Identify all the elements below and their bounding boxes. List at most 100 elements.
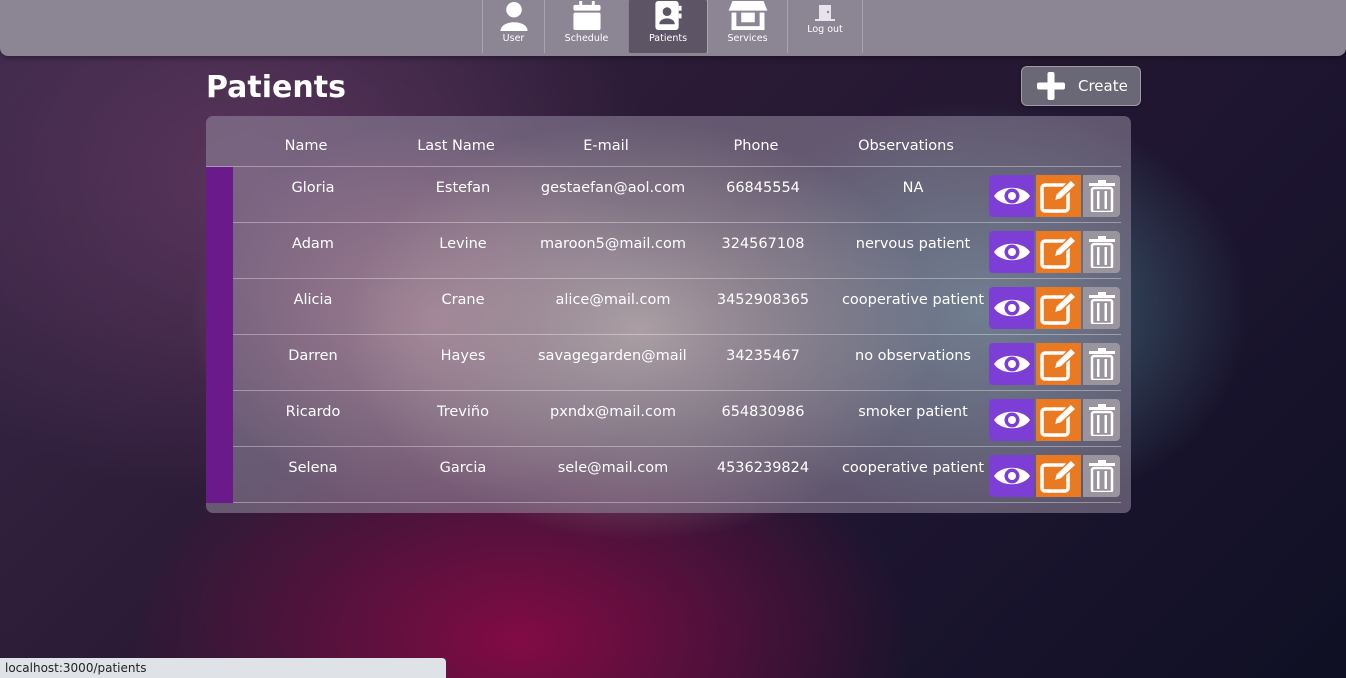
cell-last-name: Hayes [440,348,486,364]
trash-icon [1088,292,1115,324]
table-row: Alicia Crane alice@mail.com 3452908365 c… [206,279,1121,335]
delete-button[interactable] [1083,287,1120,329]
door-icon [815,5,835,21]
page-title: Patients [206,70,346,105]
table-row: Adam Levine maroon5@mail.com 324567108 n… [206,223,1121,279]
edit-button[interactable] [1036,287,1081,329]
delete-button[interactable] [1083,399,1120,441]
edit-button[interactable] [1036,231,1081,273]
row-marker [206,447,233,503]
nav-patients[interactable]: Patients [628,0,707,53]
delete-button[interactable] [1083,455,1120,497]
row-actions [989,455,1120,497]
trash-icon [1088,236,1115,268]
nav-schedule[interactable]: Schedule [544,0,628,53]
cell-observations: cooperative patient [841,460,985,476]
trash-icon [1088,348,1115,380]
cell-last-name: Garcia [439,460,487,476]
eye-icon [993,299,1030,317]
view-button[interactable] [989,231,1034,273]
top-navbar: User Schedule Patients Services Log out [0,0,1346,56]
eye-icon [993,243,1030,261]
delete-button[interactable] [1083,175,1120,217]
eye-icon [993,467,1030,485]
cell-name: Darren [288,348,338,364]
cell-name: Ricardo [285,404,341,420]
table-row: Selena Garcia sele@mail.com 4536239824 c… [206,447,1121,503]
nav-patients-label: Patients [648,33,688,44]
edit-button[interactable] [1036,175,1081,217]
row-actions [989,175,1120,217]
create-button[interactable]: Create [1021,66,1141,106]
cell-phone: 654830986 [721,404,805,420]
cell-observations: smoker patient [858,404,968,420]
cell-email: alice@mail.com [555,292,671,308]
edit-icon [1039,459,1077,493]
row-marker [206,335,233,391]
row-marker [206,391,233,447]
eye-icon [993,411,1030,429]
edit-icon [1039,403,1077,437]
cell-name: Gloria [291,180,335,196]
nav-services[interactable]: Services [707,0,787,53]
edit-button[interactable] [1036,399,1081,441]
row-actions [989,287,1120,329]
header-last-name: Last Name [417,138,495,154]
table-header: Name Last Name E-mail Phone Observations [206,116,1121,167]
cell-email: pxndx@mail.com [550,404,676,420]
eye-icon [993,355,1030,373]
contact-book-icon [655,0,682,31]
table-row: Darren Hayes savagegarden@mail.com 34235… [206,335,1121,391]
view-button[interactable] [989,399,1034,441]
trash-icon [1088,404,1115,436]
cell-last-name: Treviño [437,404,489,420]
row-marker [206,223,233,279]
cell-name: Alicia [293,292,333,308]
nav-logout[interactable]: Log out [787,0,863,53]
row-marker [206,279,233,335]
cell-email: maroon5@mail.com [540,236,686,252]
patients-table: Name Last Name E-mail Phone Observations… [206,116,1131,513]
cell-last-name: Estefan [435,180,491,196]
nav-user-label: User [502,33,525,44]
nav-services-label: Services [727,33,768,44]
cell-observations: no observations [855,348,971,364]
view-button[interactable] [989,175,1034,217]
cell-observations: NA [902,180,924,196]
nav-user[interactable]: User [482,0,544,53]
table-row: Gloria Estefan gestaefan@aol.com 6684555… [206,167,1121,223]
cell-phone: 34235467 [726,348,800,364]
cell-last-name: Levine [439,236,487,252]
cell-last-name: Crane [441,292,485,308]
view-button[interactable] [989,343,1034,385]
delete-button[interactable] [1083,231,1120,273]
cell-phone: 3452908365 [716,292,810,308]
nav-schedule-label: Schedule [564,33,609,44]
cell-email: gestaefan@aol.com [540,180,686,196]
edit-button[interactable] [1036,455,1081,497]
edit-button[interactable] [1036,343,1081,385]
cell-observations: nervous patient [855,236,971,252]
edit-icon [1039,179,1077,213]
table-row: Ricardo Treviño pxndx@mail.com 654830986… [206,391,1121,447]
delete-button[interactable] [1083,343,1120,385]
cell-phone: 4536239824 [716,460,810,476]
trash-icon [1088,180,1115,212]
edit-icon [1039,291,1077,325]
eye-icon [993,187,1030,205]
store-icon [728,0,767,31]
row-actions [989,399,1120,441]
status-bar-url: localhost:3000/patients [0,658,446,678]
cell-phone: 66845554 [726,180,800,196]
plus-icon [1037,72,1065,100]
cell-name: Adam [292,236,334,252]
create-button-label: Create [1078,77,1128,95]
row-actions [989,343,1120,385]
trash-icon [1088,460,1115,492]
view-button[interactable] [989,455,1034,497]
row-actions [989,231,1120,273]
cell-phone: 324567108 [721,236,805,252]
cell-observations: cooperative patient [841,292,985,308]
row-marker [206,167,233,223]
view-button[interactable] [989,287,1034,329]
